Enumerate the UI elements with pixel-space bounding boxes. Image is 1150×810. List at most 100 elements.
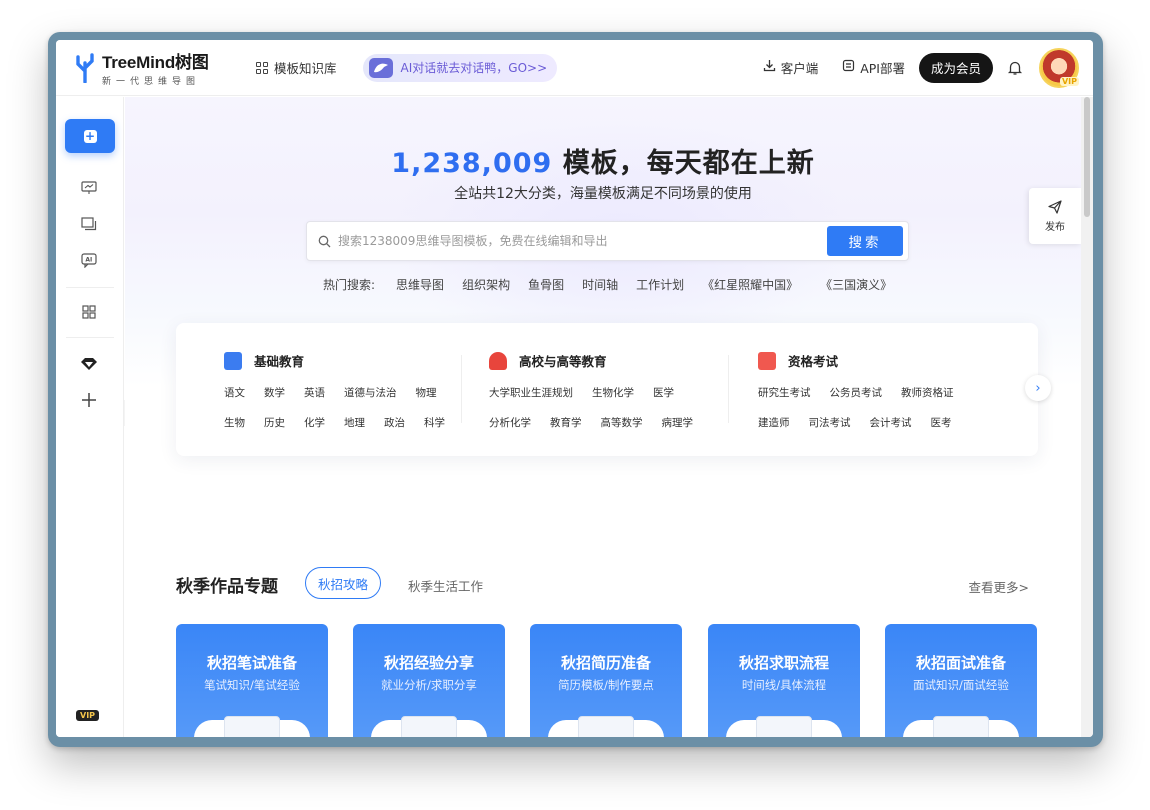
vip-badge[interactable]: VIP: [76, 710, 100, 721]
category-link[interactable]: 科学: [424, 415, 445, 430]
tab-autumn-life-work[interactable]: 秋季生活工作: [408, 576, 483, 595]
topic-title: 秋招笔试准备: [206, 654, 297, 672]
hot-keyword[interactable]: 工作计划: [636, 276, 684, 293]
category-link[interactable]: 数学: [264, 385, 285, 400]
api-deploy-link[interactable]: API部署: [842, 58, 905, 77]
see-more-link[interactable]: 查看更多>: [969, 577, 1029, 596]
category-link[interactable]: 道德与法治: [344, 385, 397, 400]
category-link[interactable]: 分析化学: [489, 415, 531, 430]
category-link[interactable]: 公务员考试: [830, 385, 883, 400]
chevron-right-icon[interactable]: ›: [1025, 375, 1051, 401]
category-link[interactable]: 生物: [224, 415, 245, 430]
client-label: 客户端: [780, 61, 819, 76]
search-input[interactable]: [338, 234, 827, 248]
topic-card[interactable]: 秋招经验分享 就业分析/求职分享: [353, 624, 505, 737]
category-title[interactable]: 基础教育: [254, 351, 304, 370]
category-link[interactable]: 物理: [416, 385, 437, 400]
publish-label: 发布: [1045, 221, 1065, 233]
hero-subtitle: 全站共12大分类，海量模板满足不同场景的使用: [454, 186, 752, 202]
category-link[interactable]: 教育学: [550, 415, 582, 430]
topic-title: 秋招求职流程: [738, 654, 829, 672]
graduation-cap-icon: [489, 351, 507, 370]
category-link[interactable]: 医考: [931, 415, 952, 430]
topic-subtitle: 就业分析/求职分享: [381, 678, 477, 692]
tab-autumn-recruit[interactable]: 秋招攻略: [305, 567, 381, 599]
search-icon: [317, 234, 331, 248]
plus-icon: +: [83, 128, 97, 143]
user-avatar[interactable]: VIP: [1039, 47, 1079, 88]
sidebar-divider: [66, 337, 114, 338]
category-link[interactable]: 英语: [304, 385, 325, 400]
download-icon: [763, 59, 776, 76]
hot-keyword[interactable]: 《红星照耀中国》: [702, 276, 798, 293]
hero-title: 1,238,009 模板，每天都在上新: [125, 141, 1081, 180]
template-library-link[interactable]: 模板知识库: [256, 58, 337, 77]
category-link[interactable]: 医学: [653, 385, 674, 400]
topic-card[interactable]: 秋招求职流程 时间线/具体流程: [708, 624, 860, 737]
scrollbar-thumb[interactable]: [1084, 97, 1090, 217]
category-link[interactable]: 司法考试: [809, 415, 851, 430]
category-divider: [461, 355, 462, 423]
svg-text:AI: AI: [85, 256, 92, 263]
hot-keyword[interactable]: 鱼骨图: [528, 276, 564, 293]
hot-keyword[interactable]: 思维导图: [396, 276, 444, 293]
add-icon[interactable]: [80, 391, 98, 409]
category-qualification-exam: 资格考试 研究生考试 公务员考试 教师资格证 建造师 司法考试 会计考试 医考: [758, 351, 973, 430]
topic-card[interactable]: 秋招笔试准备 笔试知识/笔试经验: [176, 624, 328, 737]
files-icon[interactable]: [80, 215, 98, 233]
api-icon: [842, 59, 855, 76]
brand-tagline: 新一代思维导图: [102, 77, 201, 87]
left-sidebar: + AI VIP: [56, 97, 124, 737]
publish-button[interactable]: 发布: [1029, 188, 1081, 244]
main-content: 1,238,009 模板，每天都在上新 全站共12大分类，海量模板满足不同场景的…: [125, 97, 1081, 737]
category-card: 基础教育 语文 数学 英语 道德与法治 物理 生物 历史 化学 地理 政治 科学: [176, 323, 1051, 456]
book-icon: [224, 351, 242, 370]
category-link[interactable]: 研究生考试: [758, 385, 811, 400]
app-window: TreeMind树图 新一代思维导图 模板知识库 AI对话就去对话鸭，GO>> …: [56, 40, 1093, 737]
certificate-icon: [758, 351, 776, 370]
sidebar-divider: [66, 287, 114, 288]
category-link[interactable]: 化学: [304, 415, 325, 430]
category-link[interactable]: 政治: [384, 415, 405, 430]
topic-preview: [903, 716, 1019, 737]
client-download-link[interactable]: 客户端: [763, 58, 819, 77]
template-count: 1,238,009: [391, 148, 553, 179]
category-link[interactable]: 语文: [224, 385, 245, 400]
topic-title: 秋招简历准备: [560, 654, 651, 672]
category-link[interactable]: 建造师: [758, 415, 790, 430]
category-link[interactable]: 历史: [264, 415, 285, 430]
notification-bell-icon[interactable]: [1005, 58, 1025, 78]
top-bar: TreeMind树图 新一代思维导图 模板知识库 AI对话就去对话鸭，GO>> …: [56, 40, 1093, 96]
template-library-label: 模板知识库: [274, 61, 337, 76]
hot-keyword[interactable]: 《三国演义》: [820, 276, 892, 293]
new-file-button[interactable]: +: [65, 119, 115, 153]
category-link[interactable]: 生物化学: [592, 385, 634, 400]
category-link[interactable]: 高等数学: [601, 415, 643, 430]
topic-preview: [726, 716, 842, 737]
category-link[interactable]: 地理: [344, 415, 365, 430]
brand-name: TreeMind树图: [102, 53, 209, 72]
category-link[interactable]: 大学职业生涯规划: [489, 385, 573, 400]
ai-chat-banner[interactable]: AI对话就去对话鸭，GO>>: [362, 53, 558, 82]
diamond-icon[interactable]: [80, 355, 98, 373]
send-icon: [1048, 199, 1062, 214]
vertical-scrollbar[interactable]: [1081, 97, 1093, 737]
topic-card[interactable]: 秋招面试准备 面试知识/面试经验: [885, 624, 1037, 737]
app-window-frame: TreeMind树图 新一代思维导图 模板知识库 AI对话就去对话鸭，GO>> …: [48, 32, 1103, 747]
topic-card[interactable]: 秋招简历准备 简历模板/制作要点: [530, 624, 682, 737]
logo[interactable]: TreeMind树图 新一代思维导图: [74, 48, 224, 87]
hot-keyword[interactable]: 组织架构: [462, 276, 510, 293]
category-title[interactable]: 资格考试: [788, 351, 838, 370]
template-grid-icon[interactable]: [80, 303, 98, 321]
category-link[interactable]: 会计考试: [870, 415, 912, 430]
search-button[interactable]: 搜索: [827, 226, 903, 256]
ai-chat-icon[interactable]: AI: [80, 251, 98, 269]
hot-keyword[interactable]: 时间轴: [582, 276, 618, 293]
category-link[interactable]: 病理学: [662, 415, 694, 430]
presentation-icon[interactable]: [80, 179, 98, 197]
duck-icon: [368, 57, 393, 78]
category-link[interactable]: 教师资格证: [901, 385, 954, 400]
logo-tree-icon: [74, 52, 96, 84]
become-member-button[interactable]: 成为会员: [918, 52, 993, 83]
category-title[interactable]: 高校与高等教育: [519, 351, 607, 370]
